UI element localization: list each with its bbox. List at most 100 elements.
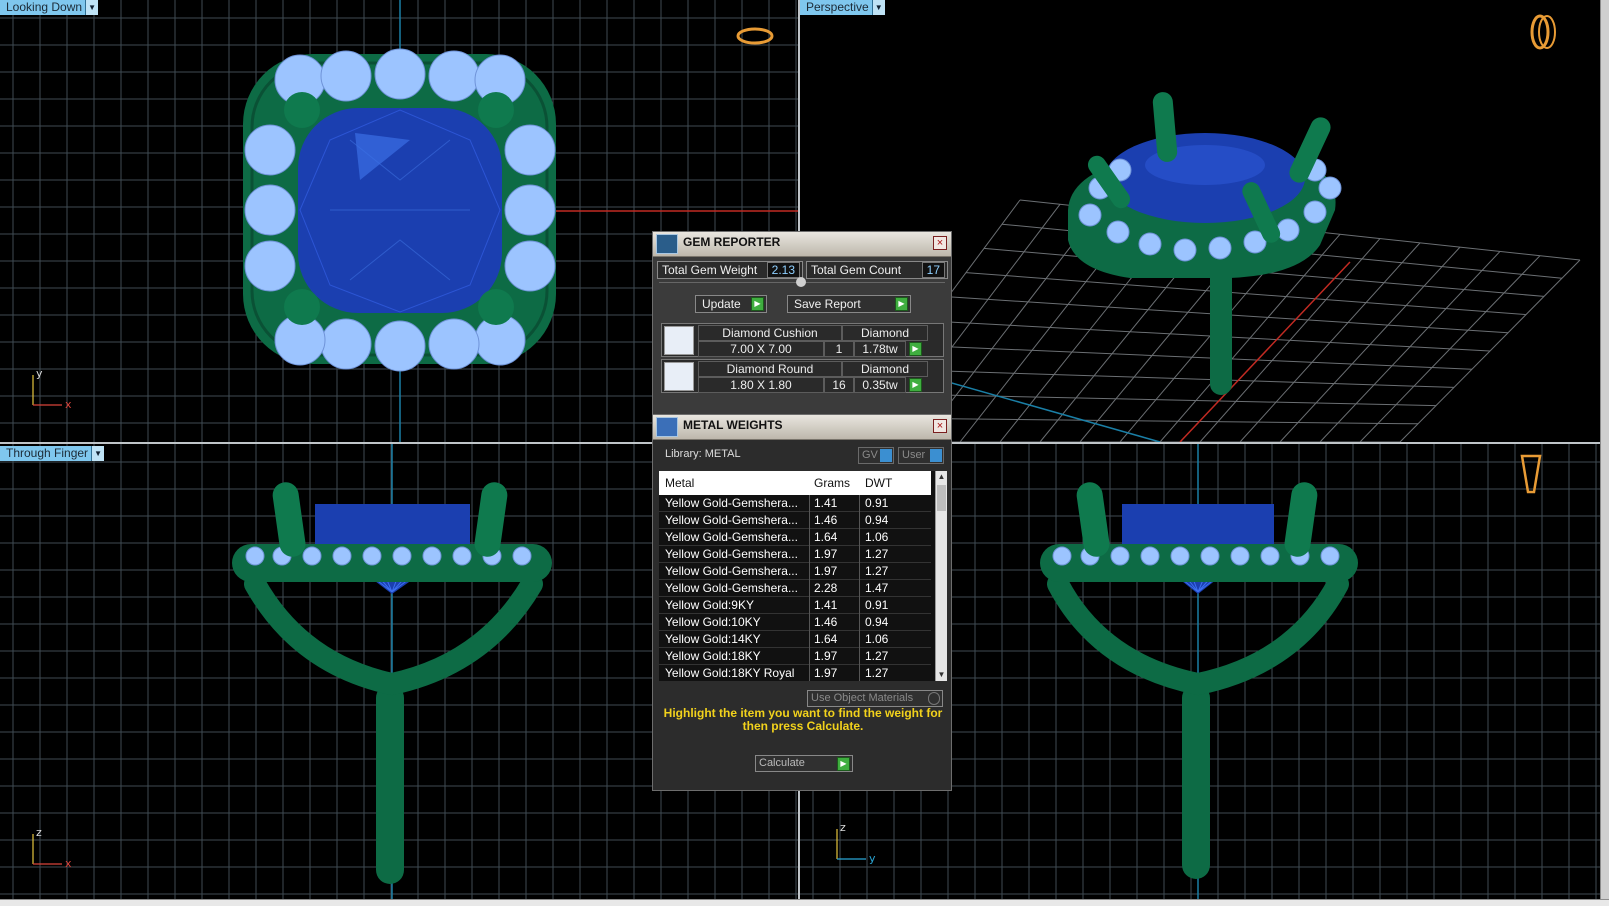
cell-metal: Yellow Gold-Gemshera... [665, 496, 798, 510]
center-stone [1122, 504, 1274, 544]
accent-stone [1230, 546, 1250, 566]
accent-stone [1318, 176, 1342, 200]
accent-stone [504, 240, 556, 292]
table-row[interactable]: Yellow Gold:10KY 1.46 0.94 [659, 614, 931, 631]
accent-stone [1138, 232, 1162, 256]
gv-toggle[interactable]: GV [858, 447, 894, 464]
accent-stone [332, 546, 352, 566]
cushion-gem-icon [664, 326, 694, 355]
total-gem-count-value: 17 [921, 262, 945, 278]
chevron-down-icon[interactable]: ▼ [91, 446, 105, 461]
panel-splitter-handle[interactable] [796, 277, 806, 287]
panel-title: GEM REPORTER [683, 235, 781, 249]
accent-stone [1110, 546, 1130, 566]
play-arrow-icon: ▶ [751, 297, 764, 311]
table-row[interactable]: Yellow Gold-Gemshera... 1.64 1.06 [659, 529, 931, 546]
table-row[interactable]: Yellow Gold:9KY 1.41 0.91 [659, 597, 931, 614]
gem-list-item[interactable]: Diamond Cushion Diamond 7.00 X 7.00 1 1.… [661, 323, 944, 357]
total-gem-weight-label: Total Gem Weight [662, 263, 758, 277]
close-icon[interactable]: × [933, 419, 947, 433]
table-row[interactable]: Yellow Gold-Gemshera... 1.46 0.94 [659, 512, 931, 529]
gem-reporter-panel: GEM REPORTER × Total Gem Weight 2.13 Tot… [652, 231, 952, 415]
table-row[interactable]: Yellow Gold-Gemshera... 1.41 0.91 [659, 495, 931, 512]
table-row[interactable]: Yellow Gold-Gemshera... 1.97 1.27 [659, 546, 931, 563]
view-cube-icon[interactable] [1520, 454, 1542, 494]
metal-weights-titlebar[interactable]: METAL WEIGHTS × [653, 415, 951, 440]
update-button[interactable]: Update ▶ [695, 295, 767, 313]
play-arrow-icon[interactable]: ▶ [909, 342, 922, 356]
play-arrow-icon[interactable]: ▶ [909, 378, 922, 392]
chevron-down-icon[interactable]: ▼ [871, 0, 885, 15]
cell-dwt: 0.91 [865, 598, 889, 612]
cell-dwt: 1.47 [865, 581, 889, 595]
axis-z-label: z [36, 826, 42, 839]
accent-stone [1260, 546, 1280, 566]
accent-stone [1208, 236, 1232, 260]
user-toggle[interactable]: User [898, 447, 944, 464]
cell-metal: Yellow Gold-Gemshera... [665, 513, 798, 527]
scroll-down-icon[interactable]: ▼ [936, 669, 947, 681]
cell-grams: 1.97 [814, 649, 838, 663]
cell-metal: Yellow Gold-Gemshera... [665, 581, 798, 595]
play-arrow-icon: ▶ [837, 757, 850, 771]
gem-material: Diamond [842, 361, 928, 377]
cell-dwt: 1.27 [865, 649, 889, 663]
accent-stone [422, 546, 442, 566]
table-row[interactable]: Yellow Gold:14KY 1.64 1.06 [659, 631, 931, 648]
toggle-knob-icon [880, 449, 892, 462]
gem-list-item[interactable]: Diamond Round Diamond 1.80 X 1.80 16 0.3… [661, 359, 944, 393]
scrollbar-thumb[interactable] [937, 485, 946, 511]
window-right-edge [1600, 0, 1609, 906]
use-object-materials-label: Use Object Materials [811, 692, 914, 704]
accent-stone [302, 546, 322, 566]
cell-grams: 1.41 [814, 598, 838, 612]
viewport-label-through-finger[interactable]: Through Finger ▼ [0, 446, 105, 461]
close-icon[interactable]: × [933, 236, 947, 250]
table-row[interactable]: Yellow Gold-Gemshera... 2.28 1.47 [659, 580, 931, 597]
accent-stone [244, 184, 296, 236]
column-header-grams[interactable]: Grams [814, 476, 850, 490]
accent-stone [1303, 200, 1327, 224]
table-row[interactable]: Yellow Gold:18KY 1.97 1.27 [659, 648, 931, 665]
table-scrollbar[interactable]: ▲ ▼ [935, 471, 947, 681]
table-row[interactable]: Yellow Gold-Gemshera... 1.97 1.27 [659, 563, 931, 580]
cell-grams: 1.64 [814, 632, 838, 646]
prong [478, 289, 514, 325]
cell-dwt: 0.94 [865, 513, 889, 527]
cell-grams: 1.97 [814, 666, 838, 680]
accent-stone [428, 50, 480, 102]
viewport-label-perspective[interactable]: Perspective ▼ [800, 0, 885, 15]
save-report-button[interactable]: Save Report ▶ [787, 295, 911, 313]
total-gem-weight-field: Total Gem Weight 2.13 [657, 261, 803, 279]
column-header-metal[interactable]: Metal [665, 476, 694, 490]
gem-reporter-titlebar[interactable]: GEM REPORTER × [653, 232, 951, 257]
shank [1210, 265, 1232, 395]
calculate-label: Calculate [759, 757, 805, 769]
accent-stone [374, 48, 426, 100]
accent-stone [362, 546, 382, 566]
cell-metal: Yellow Gold:14KY [665, 632, 761, 646]
viewport-label-text: Through Finger [6, 446, 89, 460]
viewport-label-looking-down[interactable]: Looking Down ▼ [0, 0, 99, 15]
axis-y-label: y [869, 852, 876, 865]
gv-label: GV [862, 449, 878, 461]
cell-grams: 2.28 [814, 581, 838, 595]
accent-stone [512, 546, 532, 566]
cell-grams: 1.41 [814, 496, 838, 510]
accent-stone [244, 124, 296, 176]
accent-stone [244, 240, 296, 292]
play-arrow-icon: ▶ [895, 297, 908, 311]
metal-weights-icon [656, 417, 678, 437]
axis-z-label: z [840, 821, 846, 834]
table-row[interactable]: Yellow Gold:18KY Royal 1.97 1.27 [659, 665, 931, 681]
gem-weight: 0.35tw [854, 377, 906, 393]
column-header-dwt[interactable]: DWT [865, 476, 892, 490]
accent-stone [320, 50, 372, 102]
chevron-down-icon[interactable]: ▼ [85, 0, 99, 15]
accent-stone [428, 318, 480, 370]
view-cube-icon[interactable] [736, 27, 774, 45]
scroll-up-icon[interactable]: ▲ [936, 471, 947, 483]
use-object-materials-toggle[interactable]: Use Object Materials [807, 690, 943, 707]
calculate-button[interactable]: Calculate ▶ [755, 755, 853, 772]
axis-x-label: x [65, 398, 72, 411]
